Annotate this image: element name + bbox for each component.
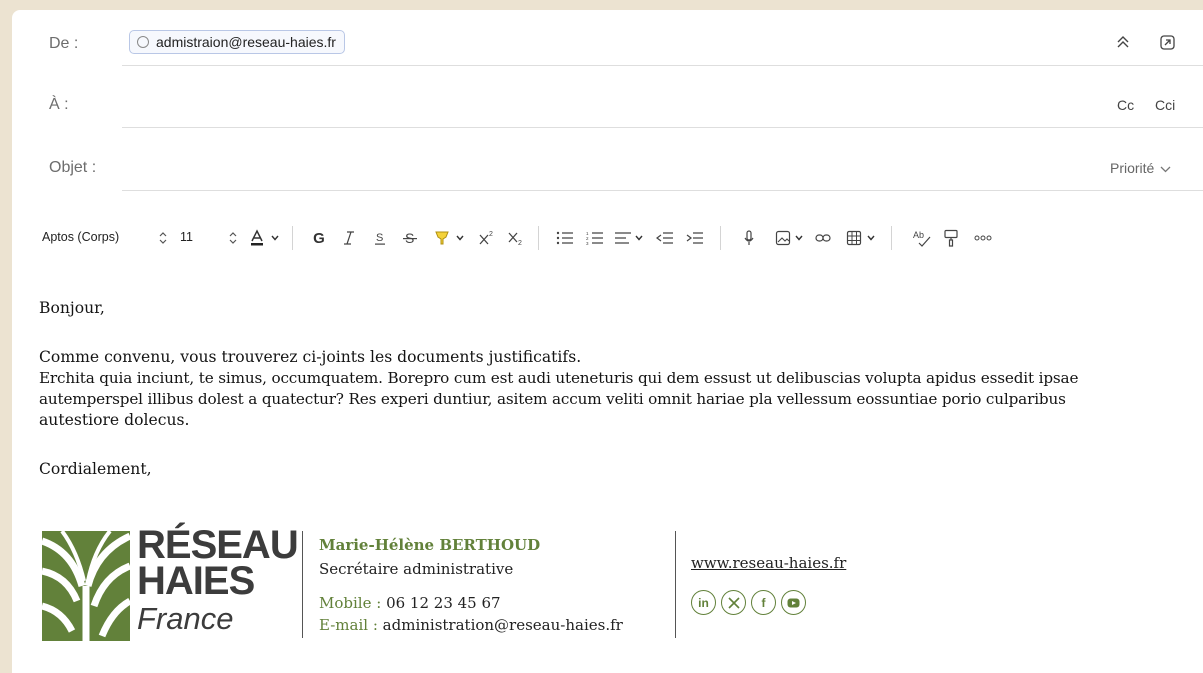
format-painter-icon[interactable] bbox=[940, 223, 962, 253]
font-size-stepper-icon[interactable] bbox=[225, 223, 241, 253]
svg-text:3: 3 bbox=[586, 241, 589, 245]
chevron-down-icon[interactable] bbox=[865, 223, 877, 253]
bold-icon[interactable]: G bbox=[310, 223, 328, 253]
svg-text:S: S bbox=[376, 232, 383, 244]
svg-text:Ab: Ab bbox=[913, 230, 924, 240]
table-icon[interactable] bbox=[844, 223, 864, 253]
divider bbox=[122, 190, 1203, 191]
signature-name: Marie-Hélène BERTHOUD bbox=[319, 536, 541, 554]
italic-icon[interactable] bbox=[340, 223, 358, 253]
leaf-emblem-icon bbox=[42, 531, 130, 641]
font-name-stepper-icon[interactable] bbox=[155, 223, 171, 253]
from-account-chip[interactable]: admistraion@reseau-haies.fr bbox=[129, 30, 345, 54]
priority-label: Priorité bbox=[1110, 160, 1155, 176]
microphone-icon[interactable] bbox=[739, 223, 759, 253]
subject-label: Objet : bbox=[49, 159, 97, 176]
svg-text:2: 2 bbox=[489, 231, 493, 238]
font-size-select[interactable]: 11 bbox=[180, 230, 193, 244]
chevron-down-icon[interactable] bbox=[454, 223, 466, 253]
strikethrough-icon[interactable]: S bbox=[401, 223, 419, 253]
website-link[interactable]: www.reseau-haies.fr bbox=[691, 554, 846, 572]
underline-icon[interactable]: S bbox=[371, 223, 389, 253]
image-icon[interactable] bbox=[773, 223, 793, 253]
facebook-icon[interactable]: f bbox=[751, 590, 776, 615]
chevron-down-icon[interactable] bbox=[269, 223, 281, 253]
youtube-icon[interactable] bbox=[781, 590, 806, 615]
signature-divider bbox=[675, 531, 676, 638]
spellcheck-icon[interactable]: Ab bbox=[911, 223, 933, 253]
font-color-icon[interactable] bbox=[247, 223, 267, 253]
subscript-icon[interactable]: 2 bbox=[506, 223, 526, 253]
increase-indent-icon[interactable] bbox=[685, 223, 705, 253]
greeting: Bonjour, bbox=[39, 299, 105, 317]
reseau-haies-logo: RÉSEAU HAIES France bbox=[42, 523, 299, 646]
linkedin-icon[interactable]: in bbox=[691, 590, 716, 615]
email-value[interactable]: administration@reseau-haies.fr bbox=[383, 616, 623, 634]
font-name-select[interactable]: Aptos (Corps) bbox=[42, 230, 119, 244]
closing: Cordialement, bbox=[39, 460, 152, 478]
align-icon[interactable] bbox=[613, 223, 633, 253]
toolbar-divider bbox=[720, 226, 721, 250]
signature-email: E-mail : administration@reseau-haies.fr bbox=[319, 616, 623, 634]
divider bbox=[122, 127, 1203, 128]
body-line: Comme convenu, vous trouverez ci-joints … bbox=[39, 348, 582, 366]
account-status-icon bbox=[137, 36, 149, 48]
chevron-down-icon bbox=[1160, 160, 1171, 176]
toolbar-divider bbox=[538, 226, 539, 250]
toolbar-divider bbox=[292, 226, 293, 250]
toolbar-divider bbox=[891, 226, 892, 250]
cc-button[interactable]: Cc bbox=[1117, 97, 1134, 113]
to-label: À : bbox=[49, 96, 69, 113]
body-line: autemperspel illibus dolest a quatectur?… bbox=[39, 390, 1066, 408]
mail-compose-window: De : admistraion@reseau-haies.fr À : Cc … bbox=[12, 10, 1203, 673]
body-line: autestiore dolecus. bbox=[39, 411, 190, 429]
pop-out-icon[interactable] bbox=[1159, 34, 1176, 54]
more-options-icon[interactable] bbox=[972, 223, 994, 253]
to-input[interactable] bbox=[122, 85, 1102, 125]
signature-mobile: Mobile : 06 12 23 45 67 bbox=[319, 594, 501, 612]
mobile-value: 06 12 23 45 67 bbox=[386, 594, 501, 612]
formatting-toolbar: Aptos (Corps) 11 G S S 2 bbox=[35, 223, 1185, 253]
signature-divider bbox=[302, 531, 303, 638]
highlighter-icon[interactable] bbox=[431, 223, 453, 253]
email-label: E-mail : bbox=[319, 616, 378, 634]
from-address: admistraion@reseau-haies.fr bbox=[156, 34, 336, 50]
link-icon[interactable] bbox=[813, 223, 833, 253]
superscript-icon[interactable]: 2 bbox=[477, 223, 497, 253]
body-line: Erchita quia inciunt, te simus, occumqua… bbox=[39, 369, 1079, 387]
bullet-list-icon[interactable] bbox=[554, 223, 576, 253]
chevron-down-icon[interactable] bbox=[793, 223, 805, 253]
from-label: De : bbox=[49, 35, 79, 52]
brand-line-2: HAIES bbox=[137, 559, 255, 603]
numbered-list-icon[interactable]: 123 bbox=[584, 223, 606, 253]
mobile-label: Mobile : bbox=[319, 594, 382, 612]
bcc-button[interactable]: Cci bbox=[1155, 97, 1175, 113]
collapse-header-icon[interactable] bbox=[1115, 34, 1131, 53]
chevron-down-icon[interactable] bbox=[633, 223, 645, 253]
svg-text:2: 2 bbox=[518, 240, 522, 246]
brand-line-3: France bbox=[137, 601, 234, 636]
priority-button[interactable]: Priorité bbox=[1110, 160, 1171, 176]
x-icon[interactable] bbox=[721, 590, 746, 615]
divider bbox=[122, 65, 1203, 66]
signature-role: Secrétaire administrative bbox=[319, 560, 514, 578]
subject-input[interactable] bbox=[122, 147, 1092, 187]
decrease-indent-icon[interactable] bbox=[655, 223, 675, 253]
